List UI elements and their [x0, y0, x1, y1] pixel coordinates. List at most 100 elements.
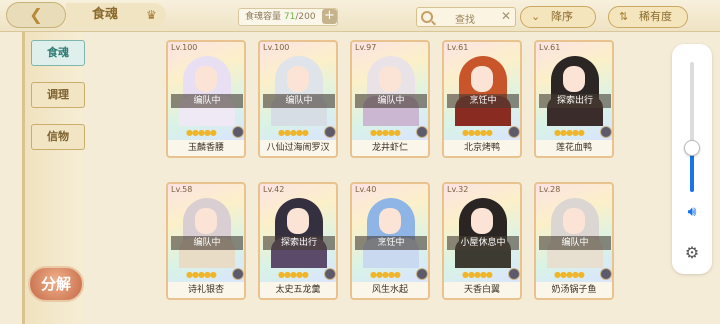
card-name: 太史五龙羹 [260, 282, 336, 298]
portrait-face [563, 66, 585, 92]
character-portrait [355, 52, 427, 126]
card-grid: Lv.100 编队中 ●●●●● 玉麟香腰 Lv.100 编队中 ●●●●● 八… [166, 40, 626, 322]
stars-icon: ●●●●● [554, 270, 585, 279]
portrait-face [471, 208, 493, 234]
card-name: 风生水起 [352, 282, 428, 298]
stars-icon: ●●●●● [554, 128, 585, 137]
character-portrait [447, 52, 519, 126]
food-soul-card[interactable]: Lv.100 编队中 ●●●●● 八仙过海闹罗汉 [258, 40, 338, 158]
element-icon [416, 268, 428, 280]
sort-rarity-label: 稀有度 [639, 10, 672, 23]
stars-icon: ●●●●● [370, 270, 401, 279]
sort-order-button[interactable]: ⌄ 降序 [520, 6, 596, 28]
status-badge: 编队中 [263, 94, 335, 108]
status-badge: 烹饪中 [447, 94, 519, 108]
element-icon [324, 126, 336, 138]
crown-icon: ♛ [146, 8, 157, 22]
portrait-face [471, 66, 493, 92]
character-portrait [171, 194, 243, 268]
element-icon [508, 268, 520, 280]
element-icon [232, 126, 244, 138]
level-label: Lv.100 [263, 43, 290, 52]
back-arrow-icon: ❮ [29, 5, 43, 24]
capacity-current: 71 [283, 12, 296, 22]
decompose-button[interactable]: 分解 [28, 266, 84, 302]
element-icon [600, 126, 612, 138]
element-icon [324, 268, 336, 280]
status-badge: 烹饪中 [355, 236, 427, 250]
food-soul-card[interactable]: Lv.100 编队中 ●●●●● 玉麟香腰 [166, 40, 246, 158]
level-label: Lv.61 [539, 43, 561, 52]
gear-icon[interactable]: ⚙ [683, 244, 701, 262]
stars-icon: ●●●●● [186, 128, 217, 137]
status-badge: 探索出行 [263, 236, 335, 250]
food-soul-card[interactable]: Lv.32 小屋休息中 ●●●●● 天香白翼 [442, 182, 522, 300]
level-label: Lv.32 [447, 185, 469, 194]
card-name: 北京烤鸭 [444, 140, 520, 156]
card-name: 玉麟香腰 [168, 140, 244, 156]
status-badge: 编队中 [539, 236, 611, 250]
tab-tokens[interactable]: 信物 [31, 124, 85, 150]
portrait-face [287, 66, 309, 92]
element-icon [416, 126, 428, 138]
stars-icon: ●●●●● [278, 270, 309, 279]
stars-icon: ●●●●● [186, 270, 217, 279]
level-label: Lv.61 [447, 43, 469, 52]
stars-icon: ●●●●● [462, 270, 493, 279]
food-soul-card[interactable]: Lv.28 编队中 ●●●●● 奶汤锅子鱼 [534, 182, 614, 300]
stars-icon: ●●●●● [462, 128, 493, 137]
portrait-face [379, 208, 401, 234]
character-portrait [355, 194, 427, 268]
tab-food-soul[interactable]: 食魂 [31, 40, 85, 66]
card-name: 八仙过海闹罗汉 [260, 140, 336, 156]
food-soul-card[interactable]: Lv.61 烹饪中 ●●●●● 北京烤鸭 [442, 40, 522, 158]
chevron-down-icon: ⌄ [531, 10, 541, 23]
status-badge: 编队中 [171, 94, 243, 108]
food-soul-card[interactable]: Lv.58 编队中 ●●●●● 诗礼银杏 [166, 182, 246, 300]
level-label: Lv.28 [539, 185, 561, 194]
volume-slider-thumb[interactable] [684, 140, 700, 156]
portrait-face [195, 66, 217, 92]
card-name: 诗礼银杏 [168, 282, 244, 298]
level-label: Lv.42 [263, 185, 285, 194]
stars-icon: ●●●●● [370, 128, 401, 137]
character-portrait [539, 52, 611, 126]
level-label: Lv.100 [171, 43, 198, 52]
capacity-add-button[interactable]: + [322, 9, 337, 24]
search-input[interactable]: 查找 ✕ [416, 7, 516, 27]
sort-rarity-button[interactable]: ⇅ 稀有度 [608, 6, 688, 28]
sort-order-label: 降序 [551, 10, 573, 23]
clear-icon[interactable]: ✕ [501, 9, 511, 23]
sort-arrows-icon: ⇅ [619, 10, 629, 23]
status-badge: 编队中 [171, 236, 243, 250]
level-label: Lv.58 [171, 185, 193, 194]
portrait-face [563, 208, 585, 234]
portrait-face [195, 208, 217, 234]
food-soul-card[interactable]: Lv.40 烹饪中 ●●●●● 风生水起 [350, 182, 430, 300]
card-name: 天香白翼 [444, 282, 520, 298]
portrait-face [287, 208, 309, 234]
search-placeholder: 查找 [455, 15, 475, 26]
stars-icon: ●●●●● [278, 128, 309, 137]
food-soul-card[interactable]: Lv.61 探索出行 ●●●●● 莲花血鸭 [534, 40, 614, 158]
card-name: 莲花血鸭 [536, 140, 612, 156]
element-icon [232, 268, 244, 280]
back-button[interactable]: ❮ [6, 2, 66, 28]
capacity-max: /200 [295, 12, 316, 22]
volume-icon[interactable]: 🔊︎ [683, 204, 701, 222]
food-soul-card[interactable]: Lv.42 探索出行 ●●●●● 太史五龙羹 [258, 182, 338, 300]
portrait-face [379, 66, 401, 92]
food-soul-card[interactable]: Lv.97 编队中 ●●●●● 龙井虾仁 [350, 40, 430, 158]
status-badge: 编队中 [355, 94, 427, 108]
capacity-label: 食魂容量 [245, 12, 282, 22]
card-name: 奶汤锅子鱼 [536, 282, 612, 298]
character-portrait [263, 194, 335, 268]
status-badge: 探索出行 [539, 94, 611, 108]
character-portrait [447, 194, 519, 268]
tab-conditioning[interactable]: 调理 [31, 82, 85, 108]
character-portrait [263, 52, 335, 126]
status-badge: 小屋休息中 [447, 236, 519, 250]
level-label: Lv.97 [355, 43, 377, 52]
element-icon [508, 126, 520, 138]
top-bar: ❮ 食魂 ♛ 食魂容量 71/200 + 查找 ✕ ⌄ 降序 ⇅ 稀有度 [0, 0, 720, 32]
